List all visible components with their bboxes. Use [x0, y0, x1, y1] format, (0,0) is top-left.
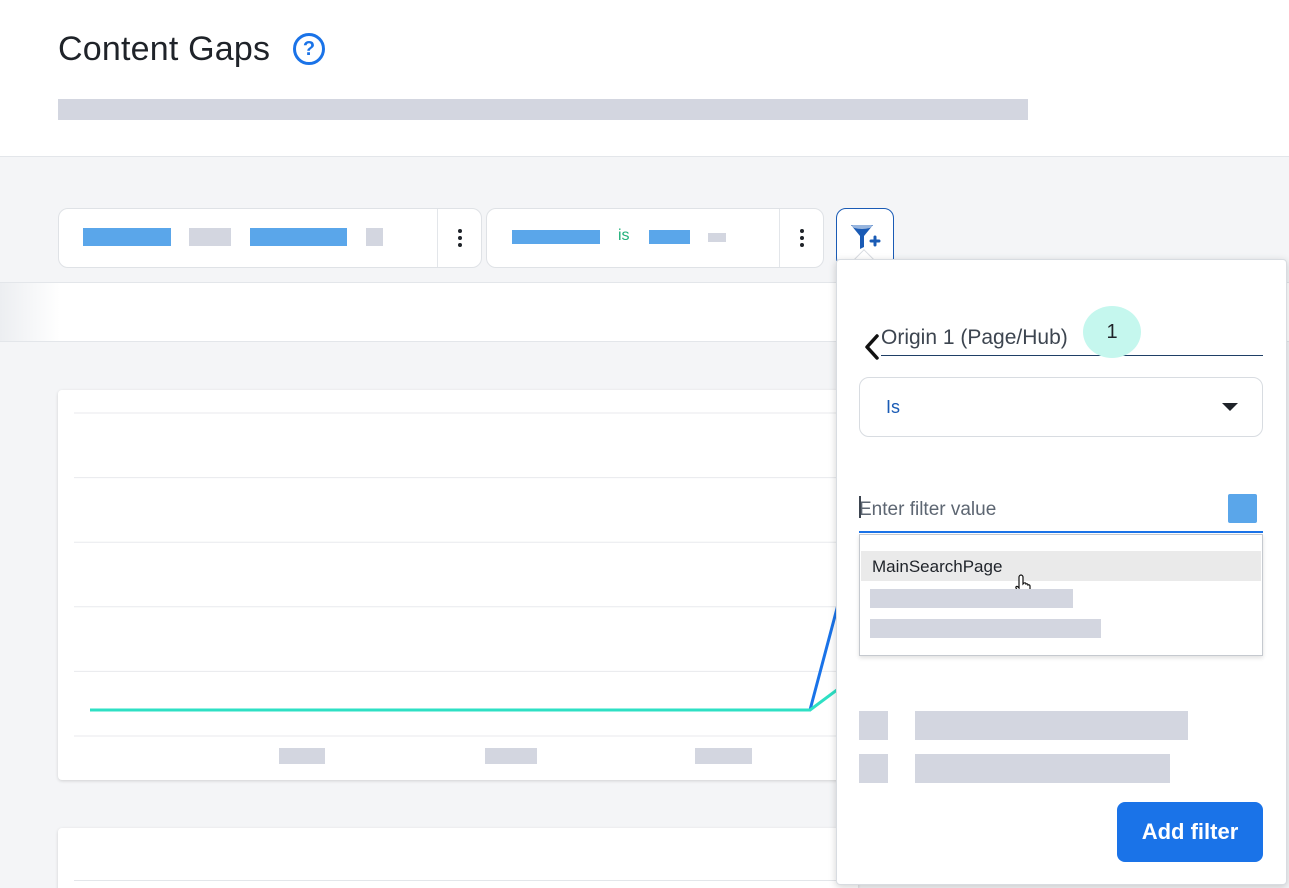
x-tick-label-placeholder	[279, 748, 325, 764]
chip-menu-button[interactable]	[437, 209, 481, 267]
operator-selected-value: Is	[886, 397, 901, 417]
add-filter-popup: Origin 1 (Page/Hub) 1 Is MainSearchPage …	[836, 259, 1287, 885]
chip-field-placeholder	[83, 228, 171, 246]
chart-series-line	[90, 523, 858, 712]
operator-select[interactable]: Is	[859, 377, 1263, 437]
checkbox-placeholder[interactable]	[859, 754, 888, 783]
option-label-placeholder	[915, 711, 1188, 740]
x-tick-label-placeholder	[485, 748, 537, 764]
filter-chip[interactable]: is	[486, 208, 824, 268]
value-suggestions-list: MainSearchPage	[859, 534, 1263, 656]
option-placeholder[interactable]	[870, 589, 1073, 608]
chip-operator-label: is	[618, 227, 630, 244]
chart-card	[58, 390, 858, 780]
caret-down-icon	[1222, 403, 1238, 411]
chip-extra-placeholder	[708, 233, 726, 242]
filter-chip[interactable]	[58, 208, 482, 268]
option-label-placeholder	[915, 754, 1170, 783]
chart-series-line	[90, 672, 858, 712]
secondary-card	[58, 828, 858, 888]
subtitle-placeholder	[58, 99, 1028, 120]
chevron-left-icon[interactable]	[861, 332, 883, 362]
toolbar-fade	[0, 283, 60, 341]
chip-field-placeholder	[512, 230, 600, 244]
option-label: MainSearchPage	[872, 557, 1003, 576]
page-header: Content Gaps ?	[0, 0, 1289, 157]
more-vertical-icon	[799, 229, 804, 247]
chip-menu-button[interactable]	[779, 209, 823, 267]
line-chart	[74, 412, 858, 764]
chip-operator-placeholder	[189, 228, 231, 246]
card-divider	[74, 880, 854, 881]
question-circle-icon[interactable]: ?	[293, 33, 325, 65]
text-cursor	[859, 496, 861, 518]
field-underline	[881, 355, 1263, 356]
page-title: Content Gaps	[58, 30, 271, 68]
list-item[interactable]: MainSearchPage	[861, 551, 1261, 597]
add-filter-button[interactable]: Add filter	[1117, 802, 1263, 862]
chip-value-placeholder	[250, 228, 347, 246]
more-vertical-icon	[457, 229, 462, 247]
step-badge: 1	[1083, 306, 1141, 358]
filter-value-input[interactable]	[859, 487, 1263, 533]
chip-extra-placeholder	[366, 228, 383, 246]
filter-field-name: Origin 1 (Page/Hub)	[881, 326, 1068, 349]
checkbox-placeholder[interactable]	[859, 711, 888, 740]
option-placeholder[interactable]	[870, 619, 1101, 638]
chip-value-placeholder	[649, 230, 690, 244]
x-tick-label-placeholder	[695, 748, 752, 764]
clear-value-icon[interactable]	[1228, 494, 1257, 523]
